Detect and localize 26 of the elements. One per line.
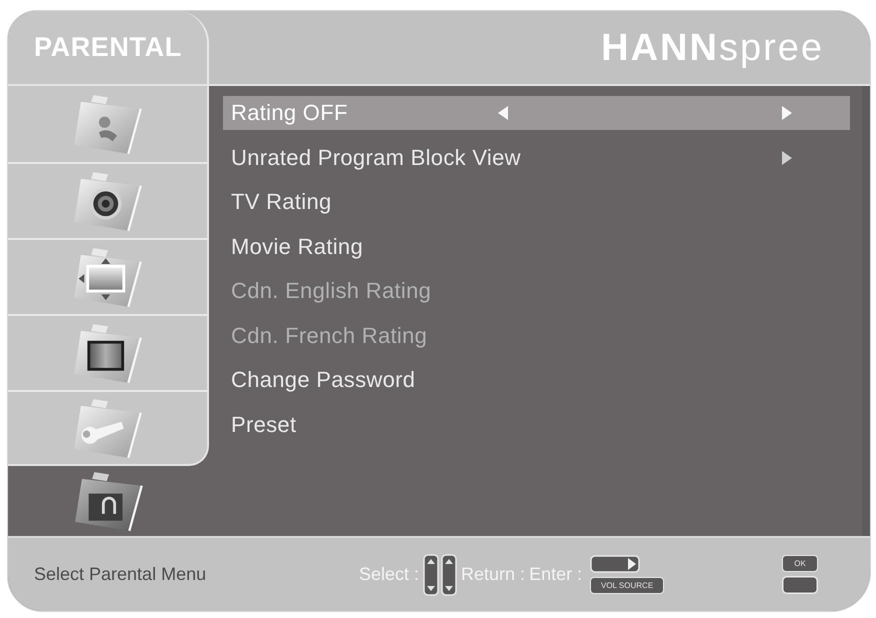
menu-title: PARENTAL xyxy=(34,34,182,61)
sidebar-item[interactable] xyxy=(8,314,209,390)
footer-hint: Select Parental Menu xyxy=(34,563,206,586)
right-arrow-icon xyxy=(782,106,792,120)
lock-folder-icon xyxy=(74,470,144,532)
right-arrow-key-icon xyxy=(590,555,640,573)
screen-arrows-folder-icon xyxy=(72,246,142,308)
key-icon xyxy=(782,576,818,594)
speaker-folder-icon xyxy=(72,170,142,232)
sidebar-item[interactable] xyxy=(8,162,209,238)
brand-logo: HANNspree xyxy=(601,28,824,66)
left-arrow-icon xyxy=(498,106,508,120)
menu-item[interactable]: Change Password xyxy=(223,363,850,397)
up-down-key-icon xyxy=(423,554,440,596)
menu-item[interactable]: Movie Rating xyxy=(223,230,850,264)
ok-key: OK xyxy=(782,555,818,572)
menu-item[interactable]: Unrated Program Block View xyxy=(223,140,850,174)
person-folder-icon xyxy=(72,94,142,154)
menu-item[interactable]: Preset xyxy=(223,408,850,442)
source-key: VOL SOURCE xyxy=(590,577,664,594)
menu-item[interactable]: TV Rating xyxy=(223,185,850,219)
up-down-key-icon xyxy=(441,554,458,596)
right-arrow-icon xyxy=(782,150,792,164)
wrench-folder-icon xyxy=(72,398,142,458)
menu-item[interactable]: Rating OFF xyxy=(223,96,850,130)
monitor-folder-icon xyxy=(72,322,142,384)
